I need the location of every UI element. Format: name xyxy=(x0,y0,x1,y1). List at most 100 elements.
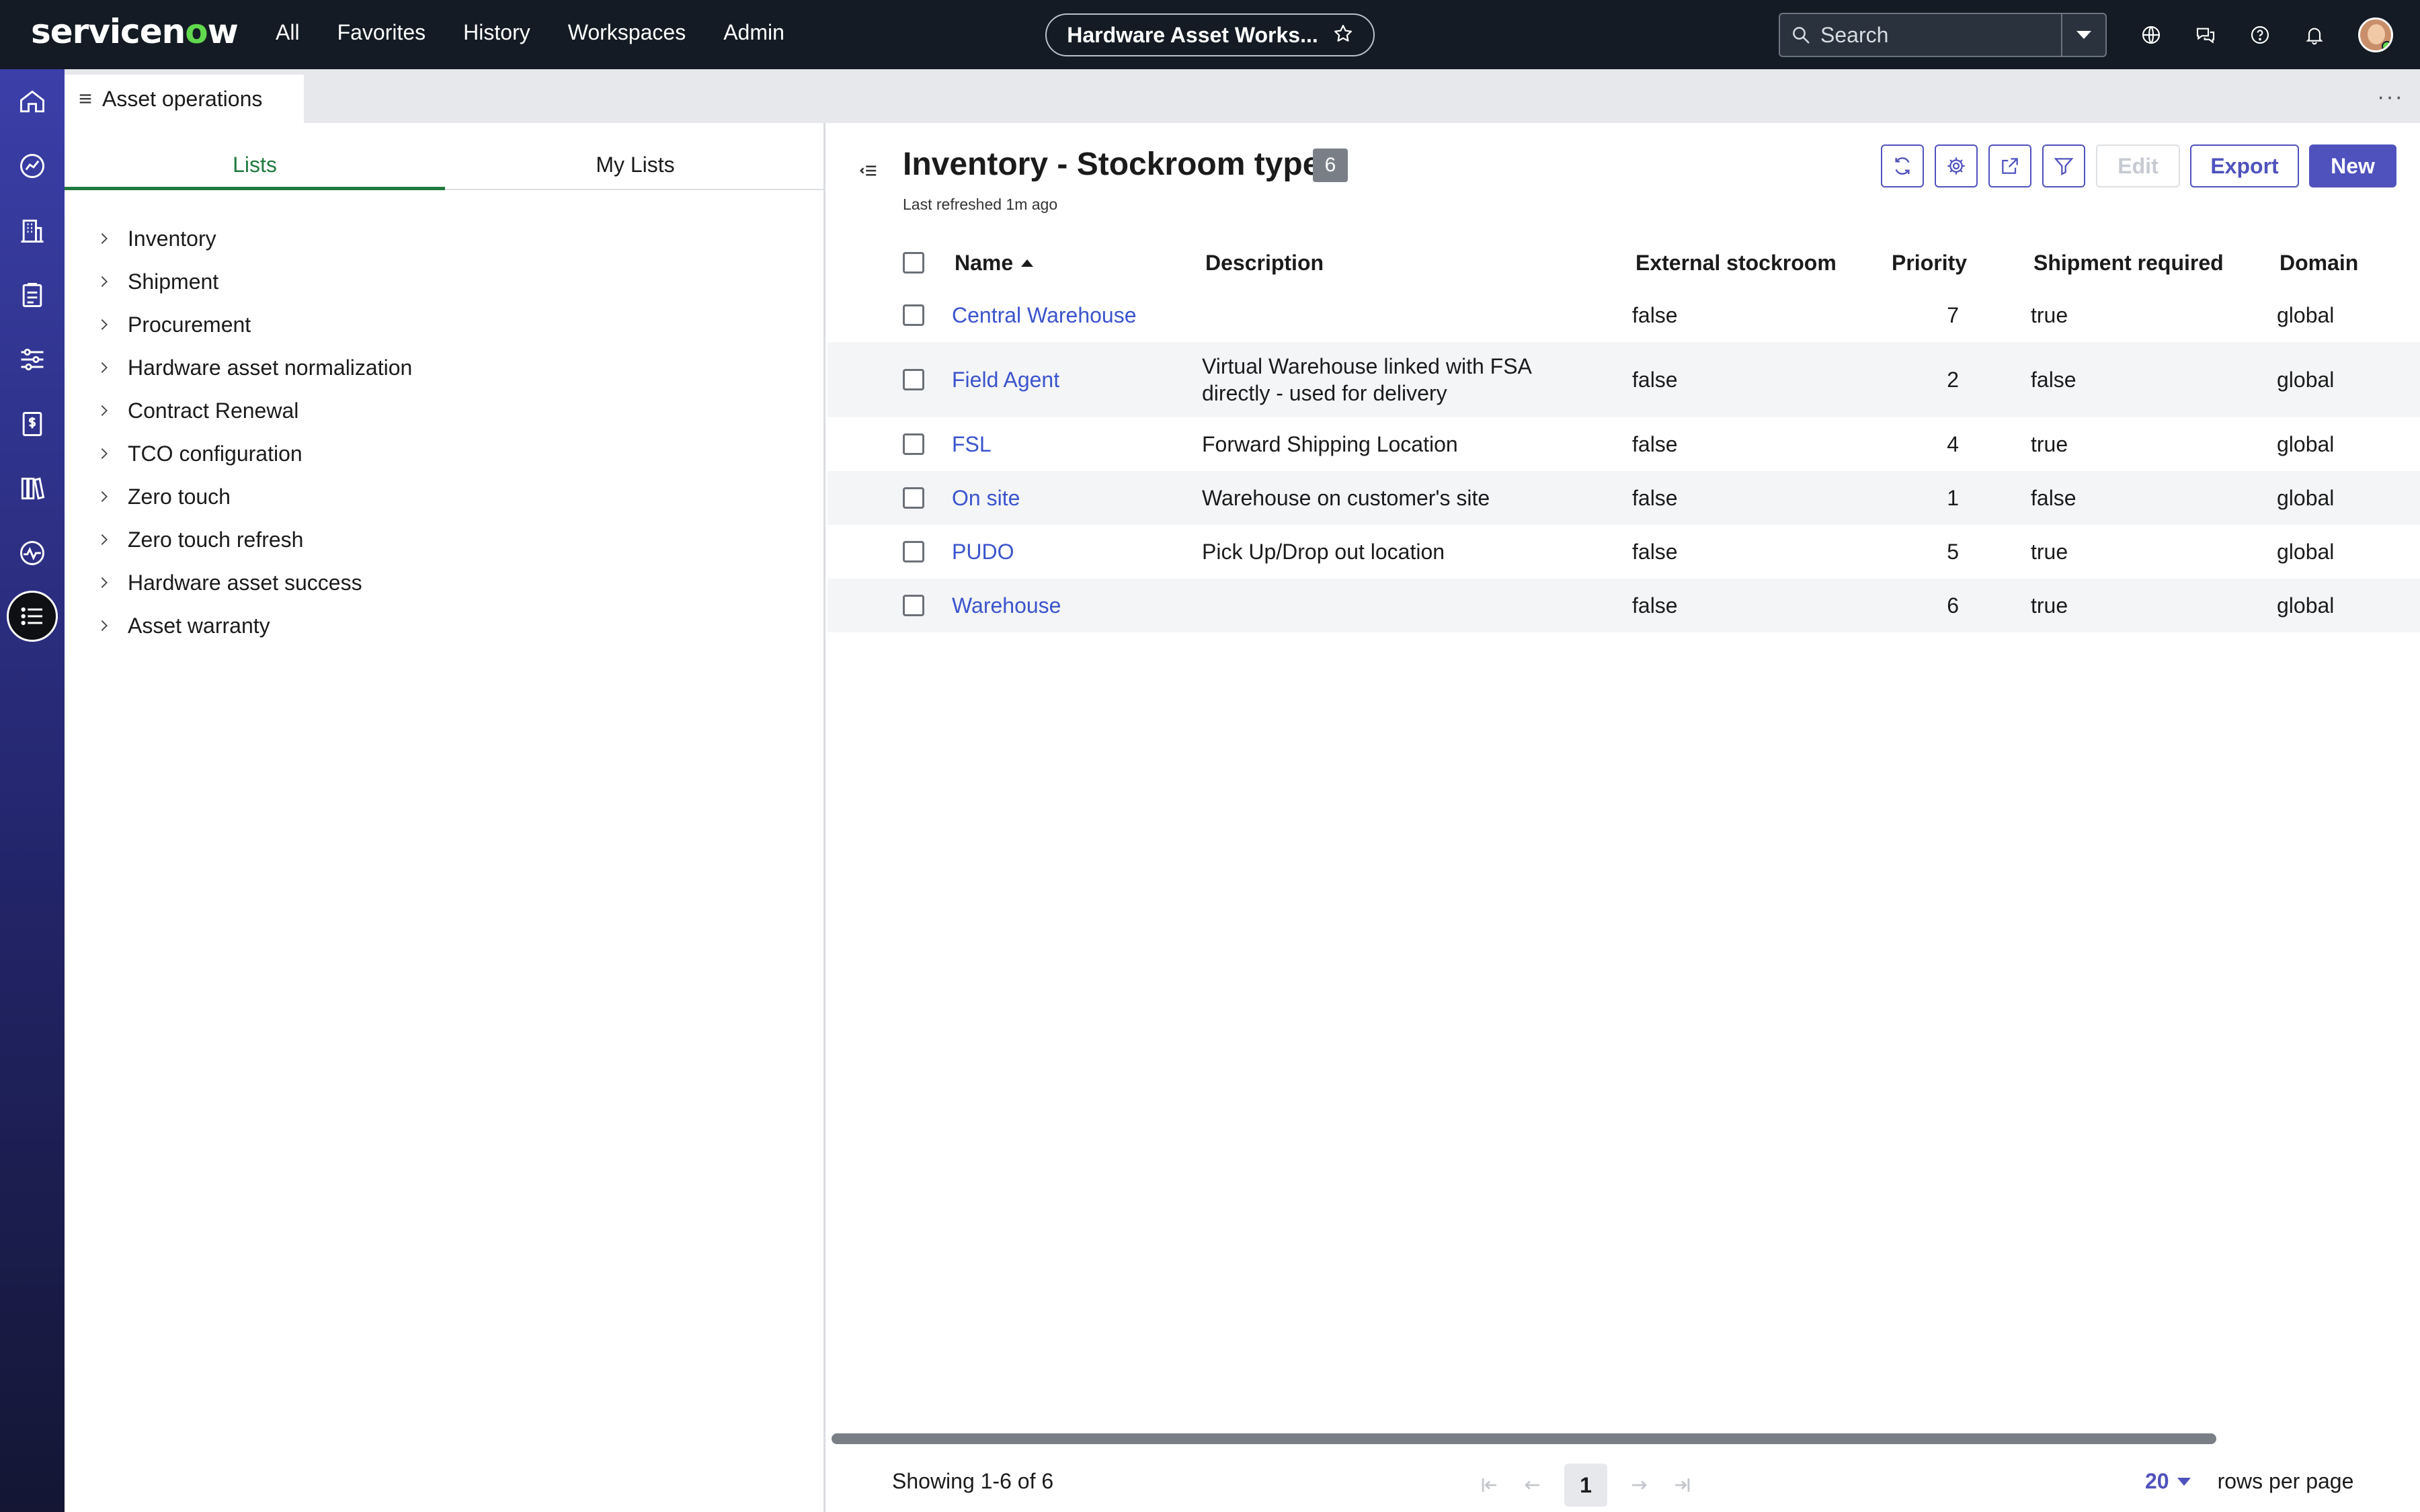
tree-item-shipment[interactable]: Shipment xyxy=(97,260,412,303)
logo-text-part1: servicen xyxy=(31,12,186,51)
billing-icon[interactable] xyxy=(15,407,50,442)
current-page-button[interactable]: 1 xyxy=(1564,1464,1607,1507)
table-row: PUDO Pick Up/Drop out location false 5 t… xyxy=(828,525,2420,579)
settings-button[interactable] xyxy=(1935,144,1978,187)
chat-icon[interactable] xyxy=(2189,19,2222,51)
rows-per-page-value[interactable]: 20 xyxy=(2145,1469,2169,1494)
open-external-button[interactable] xyxy=(1988,144,2031,187)
cell-shipment-required: false xyxy=(2031,368,2076,392)
search-scope-dropdown[interactable] xyxy=(2061,14,2105,56)
column-header-external-stockroom[interactable]: External stockroom xyxy=(1636,251,1837,276)
export-button[interactable]: Export xyxy=(2190,144,2299,187)
tab-asset-operations[interactable]: Asset operations xyxy=(65,75,304,123)
tree-item-label: Asset warranty xyxy=(128,613,270,638)
global-search[interactable]: Search xyxy=(1779,13,2107,57)
home-icon[interactable] xyxy=(15,84,50,119)
row-checkbox[interactable] xyxy=(903,369,924,390)
row-checkbox[interactable] xyxy=(903,595,924,616)
tree-item-procurement[interactable]: Procurement xyxy=(97,303,412,346)
rows-per-page-selector[interactable]: 20 rows per page xyxy=(2145,1469,2353,1494)
record-name-link[interactable]: On site xyxy=(952,486,1020,511)
record-name-link[interactable]: FSL xyxy=(952,432,992,457)
new-button[interactable]: New xyxy=(2309,144,2396,187)
chevron-right-icon xyxy=(101,319,108,330)
tree-item-inventory[interactable]: Inventory xyxy=(97,217,412,260)
tree-item-hardware-asset-normalization[interactable]: Hardware asset normalization xyxy=(97,346,412,389)
record-count-badge: 6 xyxy=(1313,149,1348,182)
cell-priority: 5 xyxy=(1947,540,1959,564)
workspace-title-pill[interactable]: Hardware Asset Works... xyxy=(1045,13,1375,56)
tree-item-label: TCO configuration xyxy=(128,441,302,466)
logo-text-o: o xyxy=(185,12,208,51)
dashboard-icon[interactable] xyxy=(15,149,50,183)
select-all-checkbox[interactable] xyxy=(903,252,924,274)
tree-item-zero-touch[interactable]: Zero touch xyxy=(97,475,412,518)
building-icon[interactable] xyxy=(15,213,50,248)
clipboard-icon[interactable] xyxy=(15,278,50,312)
tree-item-hardware-asset-success[interactable]: Hardware asset success xyxy=(97,561,412,604)
horizontal-scrollbar[interactable] xyxy=(832,1433,2216,1444)
column-header-description[interactable]: Description xyxy=(1205,251,1324,276)
cell-shipment-required: true xyxy=(2031,432,2068,456)
cell-external-stockroom: false xyxy=(1632,303,1678,327)
cell-domain: global xyxy=(2277,303,2335,327)
menu-all[interactable]: All xyxy=(276,20,300,45)
column-header-name[interactable]: Name xyxy=(955,251,1034,276)
servicenow-logo[interactable]: servicenow xyxy=(31,12,239,51)
table-row: Field Agent Virtual Warehouse linked wit… xyxy=(828,342,2420,417)
edit-button[interactable]: Edit xyxy=(2096,144,2180,187)
refresh-button[interactable] xyxy=(1881,144,1924,187)
workspace-tab-strip: Asset operations ··· xyxy=(65,69,2420,123)
search-input[interactable]: Search xyxy=(1820,23,1888,48)
globe-icon[interactable] xyxy=(2135,19,2167,51)
menu-history[interactable]: History xyxy=(463,20,530,45)
row-checkbox[interactable] xyxy=(903,304,924,326)
bell-icon[interactable] xyxy=(2298,19,2331,51)
activity-icon[interactable] xyxy=(15,536,50,571)
collapse-panel-icon[interactable] xyxy=(858,161,879,184)
tree-item-zero-touch-refresh[interactable]: Zero touch refresh xyxy=(97,518,412,561)
top-icon-group xyxy=(2135,19,2331,51)
column-header-priority[interactable]: Priority xyxy=(1892,251,1967,276)
cell-external-stockroom: false xyxy=(1632,540,1678,564)
record-name-link[interactable]: Warehouse xyxy=(952,593,1061,618)
chevron-right-icon xyxy=(101,534,108,545)
record-name-link[interactable]: Field Agent xyxy=(952,368,1059,392)
row-checkbox[interactable] xyxy=(903,541,924,562)
more-options-icon[interactable]: ··· xyxy=(2377,84,2404,110)
pagination-controls: 1 xyxy=(1478,1464,1693,1507)
column-header-shipment-required[interactable]: Shipment required xyxy=(2033,251,2224,276)
sliders-icon[interactable] xyxy=(15,342,50,377)
avatar-face xyxy=(2368,24,2385,44)
list-icon[interactable] xyxy=(7,591,58,642)
tree-item-contract-renewal[interactable]: Contract Renewal xyxy=(97,389,412,432)
filter-button[interactable] xyxy=(2042,144,2085,187)
tree-item-label: Zero touch xyxy=(128,484,231,509)
tree-item-tco-configuration[interactable]: TCO configuration xyxy=(97,432,412,475)
star-icon[interactable] xyxy=(1333,24,1353,47)
row-checkbox[interactable] xyxy=(903,487,924,509)
tab-lists[interactable]: Lists xyxy=(65,153,445,177)
cell-description-line2: directly - used for delivery xyxy=(1202,381,1447,405)
row-checkbox[interactable] xyxy=(903,433,924,455)
cell-priority: 1 xyxy=(1947,486,1959,510)
tab-my-lists[interactable]: My Lists xyxy=(445,153,825,177)
record-name-link[interactable]: PUDO xyxy=(952,540,1014,564)
record-name-link[interactable]: Central Warehouse xyxy=(952,303,1137,328)
previous-page-icon xyxy=(1525,1480,1539,1490)
books-icon[interactable] xyxy=(15,471,50,506)
tab-label: Asset operations xyxy=(102,86,263,111)
page-title: Inventory - Stockroom types xyxy=(903,146,1339,182)
menu-favorites[interactable]: Favorites xyxy=(337,20,426,45)
menu-admin[interactable]: Admin xyxy=(723,20,784,45)
column-header-domain[interactable]: Domain xyxy=(2280,251,2358,276)
help-icon[interactable] xyxy=(2244,19,2276,51)
user-avatar[interactable] xyxy=(2358,17,2393,52)
cell-external-stockroom: false xyxy=(1632,593,1678,618)
menu-workspaces[interactable]: Workspaces xyxy=(568,20,686,45)
chevron-right-icon xyxy=(101,620,108,631)
chevron-right-icon xyxy=(101,448,108,459)
tree-item-asset-warranty[interactable]: Asset warranty xyxy=(97,604,412,647)
search-icon xyxy=(1791,25,1811,45)
chevron-right-icon xyxy=(101,276,108,287)
